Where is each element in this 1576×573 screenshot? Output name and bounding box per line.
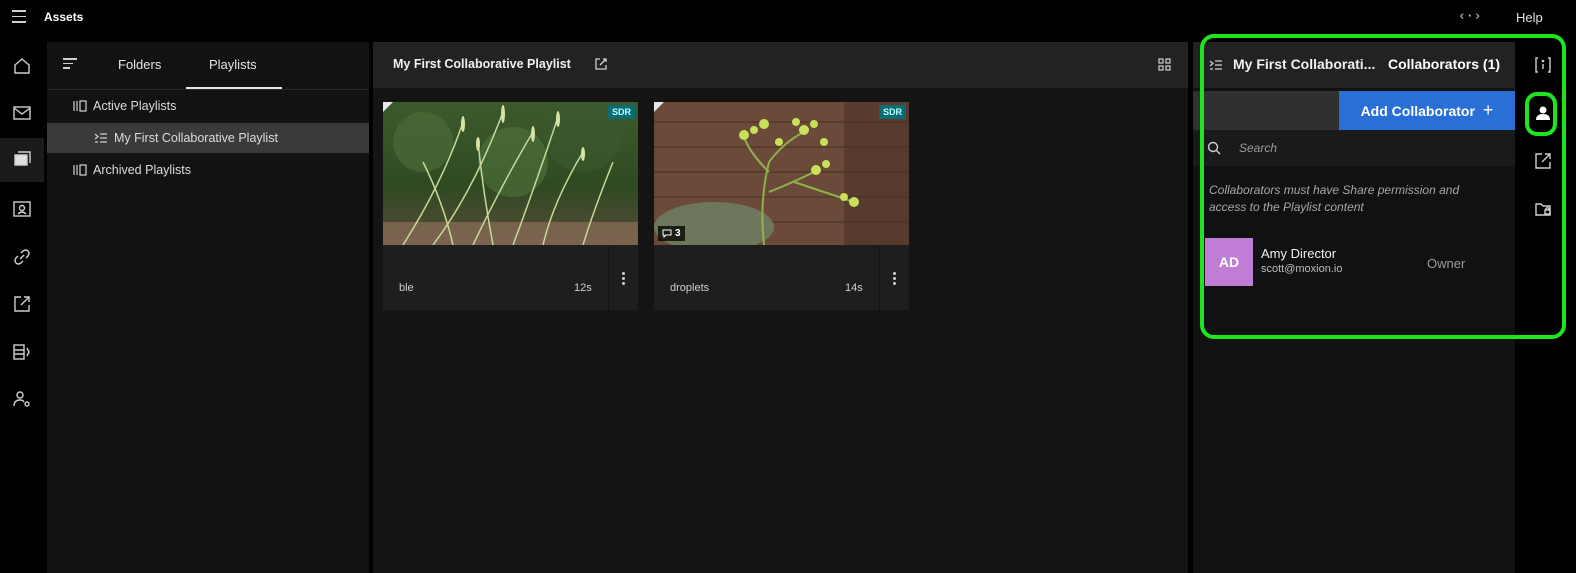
tree-row-my-first-playlist[interactable]: My First Collaborative Playlist — [47, 123, 369, 153]
search-icon — [1207, 141, 1221, 155]
code-embed-icon[interactable]: ‹·› — [1458, 9, 1481, 24]
asset-name: droplets — [670, 282, 710, 294]
tab-playlists[interactable]: Playlists — [209, 57, 257, 72]
corner-marker — [383, 102, 393, 112]
search-input[interactable] — [1239, 138, 1499, 158]
collaborators-panel: My First Collaborati... Collaborators (1… — [1193, 42, 1515, 573]
folder-lock-icon[interactable] — [1527, 193, 1559, 225]
tree-row-archived-playlists[interactable]: Archived Playlists — [47, 155, 369, 185]
avatar: AD — [1205, 238, 1253, 286]
collaborators-count: Collaborators (1) — [1388, 56, 1501, 72]
comment-icon — [662, 229, 672, 238]
grass-thumbnail-image — [383, 102, 638, 245]
add-collaborator-label: Add Collaborator — [1360, 102, 1475, 119]
playlist-title: My First Collaborative Playlist — [393, 57, 571, 71]
playlist-icon — [94, 133, 107, 143]
collaborator-role: Owner — [1427, 256, 1466, 271]
grid-view-icon[interactable] — [1158, 58, 1171, 71]
share-icon[interactable] — [594, 57, 608, 71]
collaborator-row[interactable]: AD Amy Director scott@moxion.io Owner — [1205, 238, 1515, 286]
tree-row-label: Active Playlists — [93, 99, 177, 113]
playlist-group-icon — [73, 164, 87, 176]
playlist-content: My First Collaborative Playlist SDR ble … — [373, 42, 1188, 573]
tree-row-label: My First Collaborative Playlist — [114, 131, 278, 145]
share-icon[interactable] — [1527, 145, 1559, 177]
pages-icon[interactable] — [0, 330, 44, 374]
asset-thumbnail[interactable]: SDR 3 — [654, 102, 909, 245]
collaborators-header: My First Collaborati... Collaborators (1… — [1193, 42, 1515, 88]
comment-count: 3 — [675, 228, 681, 239]
playlist-tree-panel: Folders Playlists Active Playlists My Fi… — [47, 42, 369, 573]
asset-name: ble — [399, 282, 414, 294]
sdr-badge: SDR — [878, 105, 906, 119]
app-title: Assets — [44, 10, 84, 24]
plus-icon: + — [1482, 100, 1494, 120]
collaborator-search — [1193, 130, 1515, 166]
user-settings-icon[interactable] — [0, 377, 44, 421]
collaborator-email: scott@moxion.io — [1261, 263, 1343, 275]
home-icon[interactable] — [0, 44, 44, 88]
help-link[interactable]: Help — [1516, 10, 1543, 25]
hamburger-menu-icon[interactable] — [12, 10, 26, 24]
tab-underline — [186, 87, 282, 89]
asset-thumbnail[interactable]: SDR — [383, 102, 638, 245]
comment-count-badge[interactable]: 3 — [658, 226, 685, 241]
asset-duration: 12s — [574, 282, 592, 294]
collaborator-name: Amy Director — [1261, 246, 1337, 261]
more-options-icon[interactable] — [608, 245, 638, 310]
add-collaborator-row: Add Collaborator + — [1193, 91, 1515, 130]
inbox-icon[interactable] — [0, 91, 44, 135]
asset-duration: 14s — [845, 282, 863, 294]
info-icon[interactable] — [1527, 49, 1559, 81]
panel-playlist-title: My First Collaborati... — [1233, 56, 1376, 72]
tree-row-active-playlists[interactable]: Active Playlists — [47, 91, 369, 121]
tree-row-label: Archived Playlists — [93, 163, 191, 177]
playlist-header: My First Collaborative Playlist — [373, 42, 1188, 88]
share-icon[interactable] — [0, 282, 44, 326]
more-options-icon[interactable] — [879, 245, 909, 310]
tree-tabs: Folders Playlists — [47, 42, 369, 90]
asset-card[interactable]: SDR 3 droplets 14s — [654, 102, 909, 310]
contacts-icon[interactable] — [0, 187, 44, 231]
playlist-icon — [1209, 60, 1222, 70]
assets-icon[interactable] — [0, 138, 44, 182]
add-collaborator-button[interactable]: Add Collaborator + — [1339, 91, 1515, 130]
asset-card[interactable]: SDR ble 12s — [383, 102, 638, 310]
flower-thumbnail-image — [654, 102, 909, 245]
link-icon[interactable] — [0, 235, 44, 279]
tab-folders[interactable]: Folders — [118, 57, 161, 72]
sdr-badge: SDR — [607, 105, 635, 119]
collaborators-icon[interactable] — [1527, 97, 1559, 129]
top-bar: Assets ‹·› Help — [0, 0, 1576, 36]
corner-marker — [654, 102, 664, 112]
playlist-group-icon — [73, 100, 87, 112]
sort-icon[interactable] — [63, 58, 79, 72]
right-icon-rail — [1519, 42, 1576, 573]
permission-note: Collaborators must have Share permission… — [1209, 183, 1460, 214]
left-nav — [0, 42, 44, 573]
